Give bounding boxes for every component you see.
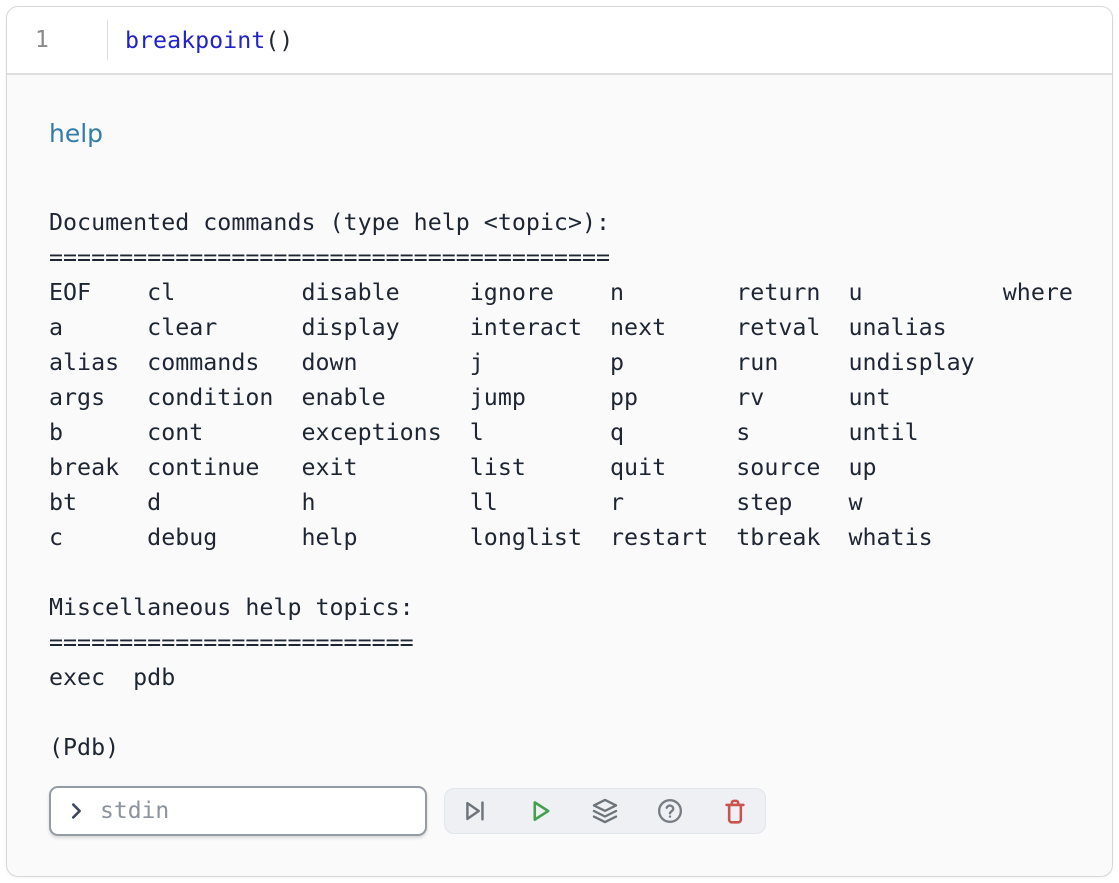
editor-gutter: 1 [7, 7, 107, 73]
stack-button[interactable] [591, 797, 619, 825]
console-controls [49, 786, 1070, 836]
chevron-right-icon [65, 800, 87, 822]
toolbar [444, 788, 766, 834]
layers-icon [591, 797, 619, 825]
skip-next-icon [461, 797, 489, 825]
play-icon [526, 797, 554, 825]
run-button[interactable] [526, 797, 554, 825]
question-circle-icon [656, 797, 684, 825]
echoed-input: help [49, 119, 1070, 149]
code-token-parens: () [265, 27, 293, 54]
step-button[interactable] [461, 797, 489, 825]
code-token-builtin: breakpoint [125, 27, 265, 54]
help-button[interactable] [656, 797, 684, 825]
code-editor[interactable]: 1 breakpoint() [7, 7, 1112, 75]
stdin-inputbox[interactable] [49, 786, 427, 836]
trash-icon [721, 797, 749, 825]
code-line[interactable]: breakpoint() [125, 7, 293, 73]
stdin-input[interactable] [98, 797, 411, 825]
pdb-output-text: Documented commands (type help <topic>):… [49, 205, 1070, 765]
console-output: help Documented commands (type help <top… [7, 119, 1112, 836]
ide-panel: 1 breakpoint() help Documented commands … [6, 6, 1113, 877]
gutter-divider [107, 20, 108, 60]
clear-button[interactable] [721, 797, 749, 825]
line-number: 1 [35, 27, 49, 53]
